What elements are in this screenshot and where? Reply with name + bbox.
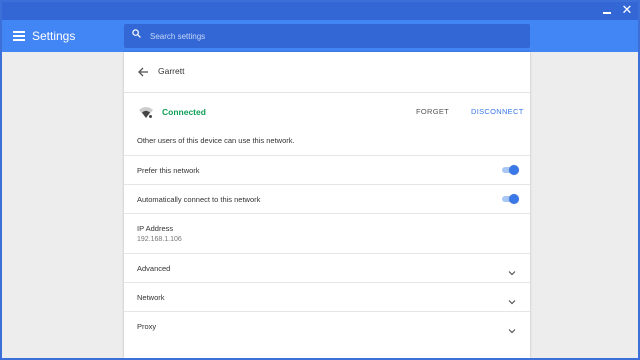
- network-detail-card: Garrett Connected FORGET DISCONNECT Othe…: [124, 52, 530, 358]
- search-icon: [132, 29, 141, 38]
- subpage-header: Garrett: [124, 52, 530, 93]
- prefer-network-toggle[interactable]: [502, 165, 519, 175]
- app-title: Settings: [32, 29, 76, 43]
- minimize-icon[interactable]: [600, 4, 614, 18]
- prefer-network-label: Prefer this network: [137, 166, 200, 175]
- arrow-back-icon[interactable]: [136, 65, 150, 79]
- forget-button[interactable]: FORGET: [416, 107, 449, 116]
- app-bar: Settings: [2, 20, 638, 52]
- advanced-section-label: Advanced: [137, 264, 171, 273]
- toggle-knob: [509, 165, 519, 175]
- window-titlebar: ✕: [2, 2, 638, 20]
- close-icon[interactable]: ✕: [620, 4, 634, 18]
- network-section-label: Network: [137, 293, 165, 302]
- chevron-down-icon[interactable]: [508, 264, 516, 276]
- search-box[interactable]: [124, 24, 530, 48]
- shared-network-note: Other users of this device can use this …: [137, 136, 295, 145]
- toggle-knob: [509, 194, 519, 204]
- ip-address-label: IP Address: [137, 224, 174, 233]
- window: ✕ Settings Garrett: [2, 2, 638, 358]
- network-section-row[interactable]: Network: [124, 282, 530, 311]
- chevron-down-icon[interactable]: [508, 322, 516, 334]
- proxy-section-row[interactable]: Proxy: [124, 311, 530, 340]
- prefer-network-row[interactable]: Prefer this network: [124, 155, 530, 184]
- auto-connect-row[interactable]: Automatically connect to this network: [124, 184, 530, 213]
- network-name: Garrett: [158, 66, 185, 76]
- auto-connect-label: Automatically connect to this network: [137, 195, 261, 204]
- advanced-section-row[interactable]: Advanced: [124, 253, 530, 282]
- chevron-down-icon[interactable]: [508, 293, 516, 305]
- ip-address-value: 192.168.1.106: [137, 236, 182, 243]
- connection-status-row: Connected FORGET DISCONNECT: [124, 93, 530, 131]
- disconnect-button[interactable]: DISCONNECT: [471, 107, 524, 116]
- auto-connect-toggle[interactable]: [502, 194, 519, 204]
- wifi-signal-icon: [138, 105, 154, 119]
- proxy-section-label: Proxy: [137, 322, 157, 331]
- ip-address-row: [124, 213, 530, 254]
- hamburger-menu-icon[interactable]: [13, 30, 25, 42]
- search-input[interactable]: [150, 28, 520, 44]
- connection-status: Connected: [162, 107, 206, 117]
